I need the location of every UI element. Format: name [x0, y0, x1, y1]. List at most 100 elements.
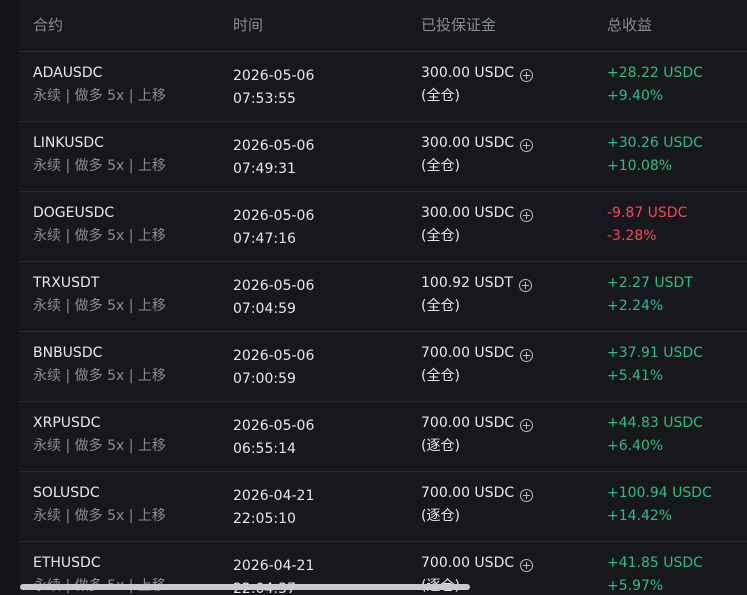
pnl-amount: +2.27 USDT	[607, 275, 693, 291]
table-row[interactable]: BNBUSDC 永续 | 做多 5x | 上移 2026-05-06 07:00…	[19, 332, 747, 402]
open-time: 22:05:10	[233, 511, 296, 527]
margin-cell: 300.00 USDC (全仓)	[421, 133, 534, 176]
symbol: ADAUSDC	[33, 65, 103, 81]
margin-amount: 700.00 USDC	[421, 345, 515, 361]
open-time: 07:47:16	[233, 231, 296, 247]
margin-mode: (全仓)	[421, 228, 460, 244]
open-date: 2026-05-06	[233, 418, 315, 434]
positions-table: 合约 时间 已投保证金 总收益 ADAUSDC 永续 | 做多 5x | 上移 …	[0, 0, 747, 595]
plus-circle-icon[interactable]	[520, 349, 534, 362]
margin-amount: 300.00 USDC	[421, 135, 515, 151]
symbol: SOLUSDC	[33, 485, 100, 501]
pnl-cell: +30.26 USDC +10.08%	[607, 133, 703, 176]
horizontal-scrollbar[interactable]	[20, 584, 470, 590]
open-date: 2026-05-06	[233, 278, 315, 294]
margin-cell: 700.00 USDC (逐仓)	[421, 483, 534, 526]
plus-circle-icon[interactable]	[520, 139, 534, 152]
margin-amount: 700.00 USDC	[421, 415, 515, 431]
plus-circle-icon[interactable]	[518, 279, 532, 292]
symbol: XRPUSDC	[33, 415, 101, 431]
pnl-percent: +2.24%	[607, 298, 664, 314]
pnl-amount: +44.83 USDC	[607, 415, 703, 431]
pnl-percent: +9.40%	[607, 88, 664, 104]
open-time: 07:04:59	[233, 301, 296, 317]
header-pnl: 总收益	[607, 16, 653, 34]
open-time: 07:53:55	[233, 91, 296, 107]
plus-circle-icon[interactable]	[520, 209, 534, 222]
table-row[interactable]: DOGEUSDC 永续 | 做多 5x | 上移 2026-05-06 07:4…	[19, 192, 747, 262]
open-date: 2026-05-06	[233, 138, 315, 154]
position-desc: 永续 | 做多 5x | 上移	[33, 508, 166, 524]
plus-circle-icon[interactable]	[520, 419, 534, 432]
pnl-percent: +5.41%	[607, 368, 664, 384]
symbol: BNBUSDC	[33, 345, 103, 361]
contract-cell: SOLUSDC 永续 | 做多 5x | 上移	[33, 483, 166, 526]
margin-mode: (逐仓)	[421, 508, 460, 524]
margin-amount: 100.92 USDT	[421, 275, 513, 291]
open-date: 2026-05-06	[233, 68, 315, 84]
pnl-amount: +100.94 USDC	[607, 485, 712, 501]
contract-cell: XRPUSDC 永续 | 做多 5x | 上移	[33, 413, 166, 456]
pnl-amount: +30.26 USDC	[607, 135, 703, 151]
margin-cell: 300.00 USDC (全仓)	[421, 63, 534, 106]
table-row[interactable]: TRXUSDT 永续 | 做多 5x | 上移 2026-05-06 07:04…	[19, 262, 747, 332]
margin-cell: 100.92 USDT (全仓)	[421, 273, 532, 316]
pnl-percent: +5.97%	[607, 578, 664, 594]
plus-circle-icon[interactable]	[520, 69, 534, 82]
contract-cell: TRXUSDT 永续 | 做多 5x | 上移	[33, 273, 166, 316]
time-cell: 2026-04-21 22:05:10	[233, 483, 314, 529]
position-desc: 永续 | 做多 5x | 上移	[33, 88, 166, 104]
pnl-cell: +41.85 USDC +5.97%	[607, 553, 703, 595]
table-row[interactable]: XRPUSDC 永续 | 做多 5x | 上移 2026-05-06 06:55…	[19, 402, 747, 472]
position-desc: 永续 | 做多 5x | 上移	[33, 438, 166, 454]
open-date: 2026-04-21	[233, 488, 315, 504]
margin-amount: 700.00 USDC	[421, 555, 515, 571]
pnl-percent: +10.08%	[607, 158, 673, 174]
pnl-cell: -9.87 USDC -3.28%	[607, 203, 687, 246]
pnl-amount: +37.91 USDC	[607, 345, 703, 361]
pnl-amount: -9.87 USDC	[607, 205, 688, 221]
contract-cell: LINKUSDC 永续 | 做多 5x | 上移	[33, 133, 166, 176]
open-time: 06:55:14	[233, 441, 296, 457]
table-row[interactable]: SOLUSDC 永续 | 做多 5x | 上移 2026-04-21 22:05…	[19, 472, 747, 542]
margin-amount: 700.00 USDC	[421, 485, 515, 501]
pnl-percent: -3.28%	[607, 228, 657, 244]
pnl-percent: +14.42%	[607, 508, 673, 524]
pnl-percent: +6.40%	[607, 438, 664, 454]
contract-cell: DOGEUSDC 永续 | 做多 5x | 上移	[33, 203, 166, 246]
table-row[interactable]: ADAUSDC 永续 | 做多 5x | 上移 2026-05-06 07:53…	[19, 52, 747, 122]
pnl-amount: +41.85 USDC	[607, 555, 703, 571]
pnl-amount: +28.22 USDC	[607, 65, 703, 81]
pnl-cell: +100.94 USDC +14.42%	[607, 483, 712, 526]
margin-cell: 300.00 USDC (全仓)	[421, 203, 534, 246]
header-contract: 合约	[33, 16, 64, 34]
table-header: 合约 时间 已投保证金 总收益	[19, 0, 747, 52]
table-row[interactable]: LINKUSDC 永续 | 做多 5x | 上移 2026-05-06 07:4…	[19, 122, 747, 192]
margin-mode: (全仓)	[421, 298, 460, 314]
margin-cell: 700.00 USDC (全仓)	[421, 343, 534, 386]
time-cell: 2026-05-06 06:55:14	[233, 413, 314, 459]
table-body: ADAUSDC 永续 | 做多 5x | 上移 2026-05-06 07:53…	[19, 52, 747, 595]
pnl-cell: +2.27 USDT +2.24%	[607, 273, 693, 316]
symbol: TRXUSDT	[33, 275, 100, 291]
symbol: LINKUSDC	[33, 135, 104, 151]
open-time: 07:49:31	[233, 161, 296, 177]
time-cell: 2026-05-06 07:49:31	[233, 133, 314, 179]
plus-circle-icon[interactable]	[520, 489, 534, 502]
symbol: ETHUSDC	[33, 555, 101, 571]
header-margin: 已投保证金	[421, 16, 497, 34]
position-desc: 永续 | 做多 5x | 上移	[33, 158, 166, 174]
margin-mode: (全仓)	[421, 368, 460, 384]
plus-circle-icon[interactable]	[520, 559, 534, 572]
pnl-cell: +44.83 USDC +6.40%	[607, 413, 703, 456]
time-cell: 2026-05-06 07:53:55	[233, 63, 314, 109]
open-time: 07:00:59	[233, 371, 296, 387]
margin-mode: (全仓)	[421, 158, 460, 174]
margin-mode: (全仓)	[421, 88, 460, 104]
header-time: 时间	[233, 16, 264, 34]
margin-cell: 700.00 USDC (逐仓)	[421, 413, 534, 456]
pnl-cell: +37.91 USDC +5.41%	[607, 343, 703, 386]
contract-cell: BNBUSDC 永续 | 做多 5x | 上移	[33, 343, 166, 386]
contract-cell: ADAUSDC 永续 | 做多 5x | 上移	[33, 63, 166, 106]
position-desc: 永续 | 做多 5x | 上移	[33, 368, 166, 384]
